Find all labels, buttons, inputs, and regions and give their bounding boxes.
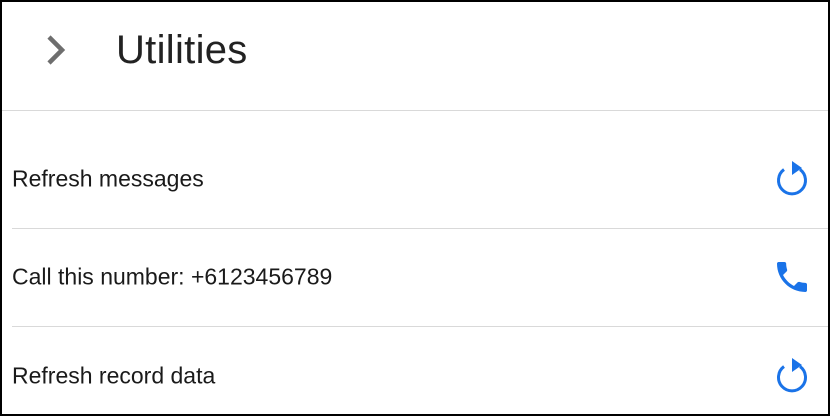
refresh-record-data-item[interactable]: Refresh record data — [2, 327, 828, 414]
utilities-panel: Utilities Refresh messages Call this num… — [0, 0, 830, 416]
call-number-label: Call this number: +6123456789 — [12, 263, 333, 290]
chevron-right-icon[interactable] — [36, 30, 76, 70]
phone-icon[interactable] — [772, 257, 812, 297]
refresh-messages-label: Refresh messages — [12, 165, 204, 192]
refresh-messages-item[interactable]: Refresh messages — [2, 130, 828, 228]
refresh-icon[interactable] — [772, 356, 812, 396]
refresh-icon[interactable] — [772, 159, 812, 199]
page-title: Utilities — [116, 28, 248, 72]
header: Utilities — [2, 2, 828, 111]
refresh-record-data-label: Refresh record data — [12, 362, 216, 389]
call-number-item[interactable]: Call this number: +6123456789 — [2, 228, 828, 326]
